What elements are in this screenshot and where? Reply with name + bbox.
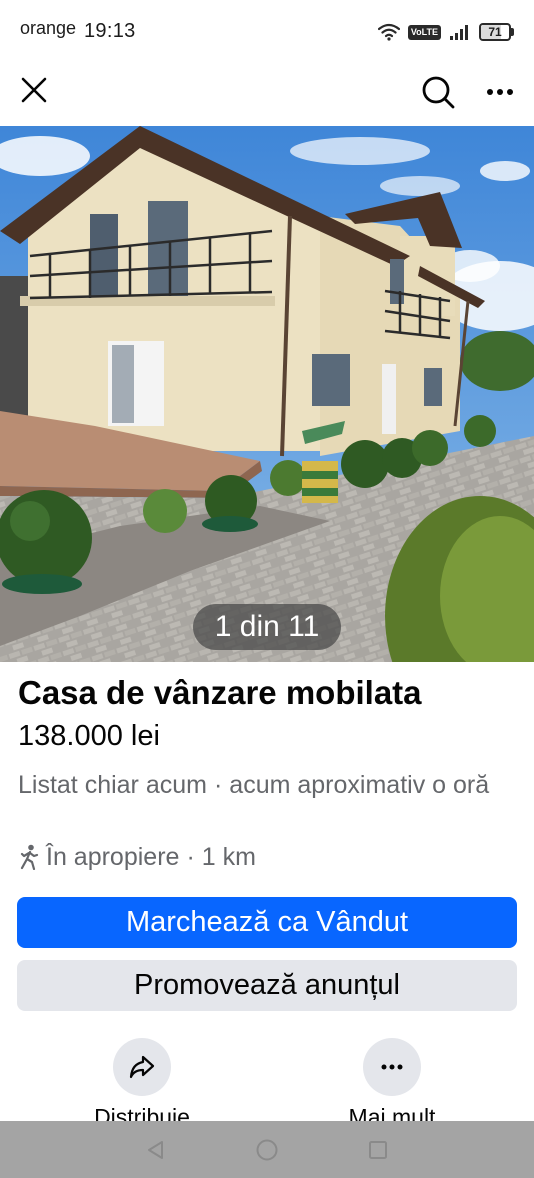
- close-icon: [21, 77, 47, 103]
- recent-apps-button[interactable]: [363, 1135, 393, 1165]
- wifi-icon: [377, 23, 400, 41]
- listing-photo[interactable]: [0, 126, 534, 662]
- back-button[interactable]: [141, 1135, 171, 1165]
- share-action[interactable]: Distribuie: [72, 1038, 212, 1131]
- walking-person-icon: [20, 844, 39, 870]
- updated-time: acum aproximativ o oră: [229, 771, 490, 799]
- status-time: 19:13: [84, 20, 136, 42]
- close-button[interactable]: [14, 70, 54, 110]
- volte-badge: VoLTE: [407, 24, 441, 40]
- meta-separator: ·: [213, 771, 223, 799]
- home-circle-icon: [256, 1139, 278, 1161]
- house-photo: [0, 126, 534, 662]
- listing-title: Casa de vânzare mobilata: [18, 674, 422, 711]
- search-button[interactable]: [416, 70, 460, 114]
- status-icons: VoLTE 71: [377, 21, 514, 43]
- more-options-button[interactable]: [478, 70, 522, 114]
- location-separator: ·: [186, 842, 195, 871]
- back-triangle-icon: [148, 1141, 163, 1159]
- location-label: În apropiere: [46, 842, 180, 871]
- battery-icon: 71: [479, 23, 514, 41]
- more-action[interactable]: Mai mult: [322, 1038, 462, 1131]
- recent-square-icon: [369, 1141, 387, 1159]
- carrier-name: orange: [20, 18, 77, 38]
- more-button[interactable]: [363, 1038, 421, 1096]
- status-bar: orange 19:13 VoLTE 71: [0, 0, 534, 58]
- search-icon: [422, 76, 455, 109]
- listing-meta: Listat chiar acum · acum aproximativ o oră: [18, 769, 518, 801]
- location-distance: 1 km: [201, 842, 256, 871]
- mark-as-sold-button[interactable]: Marchează ca Vândut: [17, 897, 517, 948]
- signal-icon: [450, 25, 468, 40]
- location-row: În apropiere · 1 km: [18, 840, 256, 874]
- share-button[interactable]: [113, 1038, 171, 1096]
- listing-price: 138.000 lei: [18, 720, 160, 752]
- more-dots-icon: [381, 1064, 403, 1070]
- promote-listing-button[interactable]: Promovează anunțul: [17, 960, 517, 1011]
- share-arrow-icon: [129, 1055, 155, 1079]
- home-button[interactable]: [252, 1135, 282, 1165]
- listed-time: Listat chiar acum: [18, 771, 207, 799]
- battery-level: 71: [488, 25, 502, 39]
- more-dots-icon: [487, 89, 513, 95]
- system-navigation-bar: [0, 1121, 534, 1178]
- top-bar: [0, 58, 534, 126]
- photo-counter: 1 din 11: [193, 604, 341, 650]
